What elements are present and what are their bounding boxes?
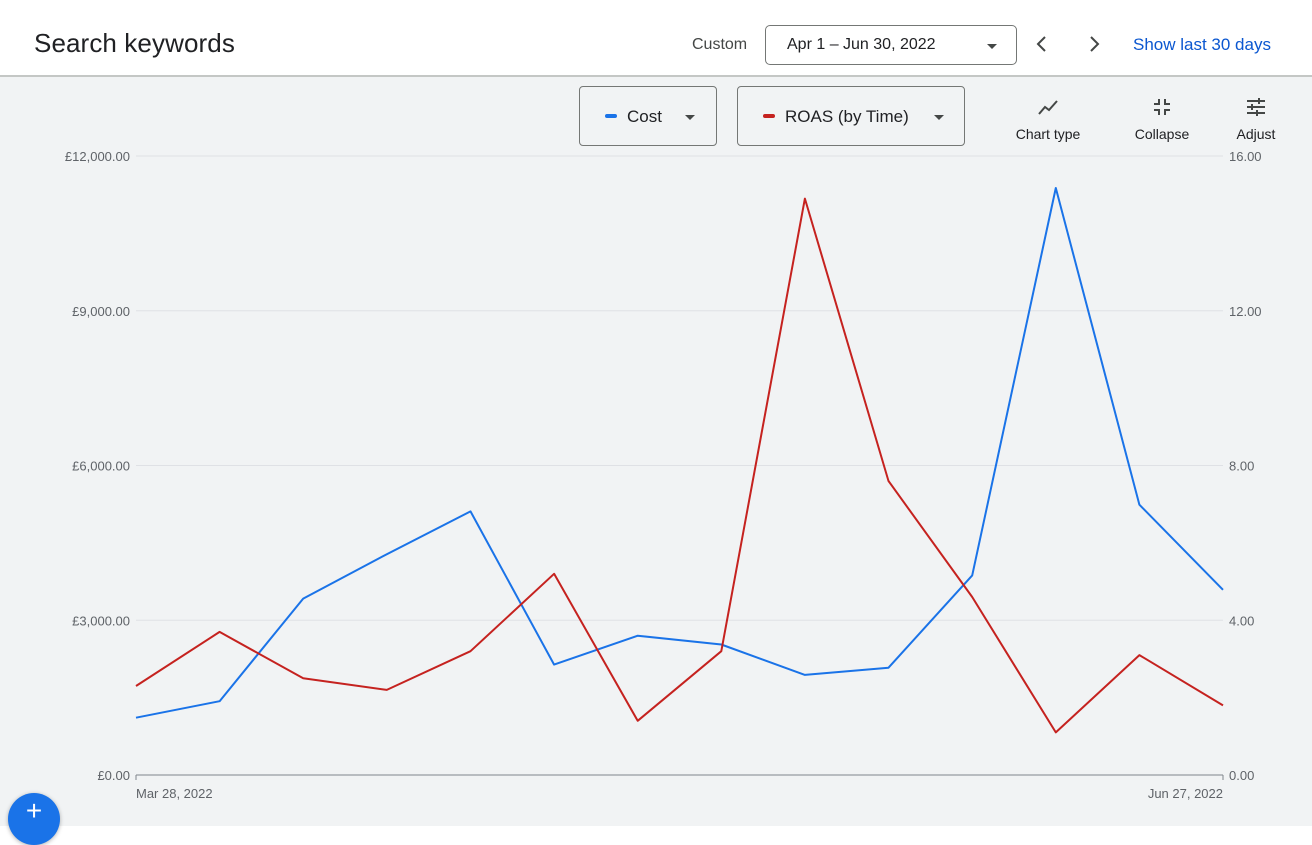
chevron-left-icon [1036, 36, 1046, 52]
roas-legend-swatch [763, 114, 775, 118]
next-period-button[interactable] [1080, 30, 1108, 58]
date-range-type-label: Custom [692, 36, 748, 53]
right-axis-tick-label: 8.00 [1229, 459, 1254, 474]
dropdown-arrow-icon [987, 44, 997, 49]
dropdown-arrow-icon [685, 115, 695, 120]
chart-type-label: Chart type [1015, 126, 1081, 142]
date-range-value: Apr 1 – Jun 30, 2022 [787, 36, 936, 53]
dropdown-arrow-icon [934, 115, 944, 120]
right-axis-tick-label: 12.00 [1229, 304, 1262, 319]
previous-period-button[interactable] [1028, 30, 1056, 58]
left-axis-tick-label: £12,000.00 [65, 149, 130, 164]
chart-gridlines [136, 155, 1223, 776]
right-axis-tick-label: 16.00 [1229, 149, 1262, 164]
right-axis-tick-label: 4.00 [1229, 613, 1254, 628]
tune-icon [1247, 98, 1265, 116]
add-icon: + [25, 795, 43, 826]
cost-legend-swatch [605, 114, 617, 118]
chevron-right-icon [1090, 36, 1100, 52]
collapse-icon [1154, 99, 1170, 115]
chart-axes: £0.00 0.00 £3,000.00 4.00 £6,000.00 8.00 £9,00… [65, 149, 1262, 801]
add-button[interactable]: + [8, 793, 60, 845]
x-axis-start-label: Mar 28, 2022 [136, 786, 213, 801]
show-last-30-days-link[interactable]: Show last 30 days [1133, 35, 1271, 55]
date-range-dropdown[interactable]: Apr 1 – Jun 30, 2022 [765, 25, 1017, 65]
chart-series [135, 187, 1224, 734]
metric-selector-roas[interactable]: ROAS (by Time) [737, 86, 965, 146]
left-axis-tick-label: £0.00 [97, 768, 130, 783]
left-axis-tick-label: £9,000.00 [72, 304, 130, 319]
collapse-button[interactable]: Collapse [1127, 93, 1197, 142]
left-axis-tick-label: £6,000.00 [72, 459, 130, 474]
x-axis-end-label: Jun 27, 2022 [1148, 786, 1223, 801]
adjust-button[interactable]: Adjust [1230, 93, 1282, 142]
chart-type-button[interactable]: Chart type [1008, 93, 1088, 142]
adjust-label: Adjust [1236, 126, 1276, 142]
collapse-label: Collapse [1134, 126, 1190, 142]
line-chart-icon [1038, 100, 1058, 115]
series-line-cost [135, 187, 1224, 719]
page-header: Search keywords Custom Apr 1 – Jun 30, 2… [0, 0, 1312, 77]
metric-label-cost: Cost [627, 107, 662, 126]
metric-label-roas: ROAS (by Time) [785, 107, 909, 126]
left-axis-tick-label: £3,000.00 [72, 613, 130, 628]
right-axis-tick-label: 0.00 [1229, 768, 1254, 783]
page-title: Search keywords [34, 28, 235, 58]
metric-selector-cost[interactable]: Cost [579, 86, 717, 146]
